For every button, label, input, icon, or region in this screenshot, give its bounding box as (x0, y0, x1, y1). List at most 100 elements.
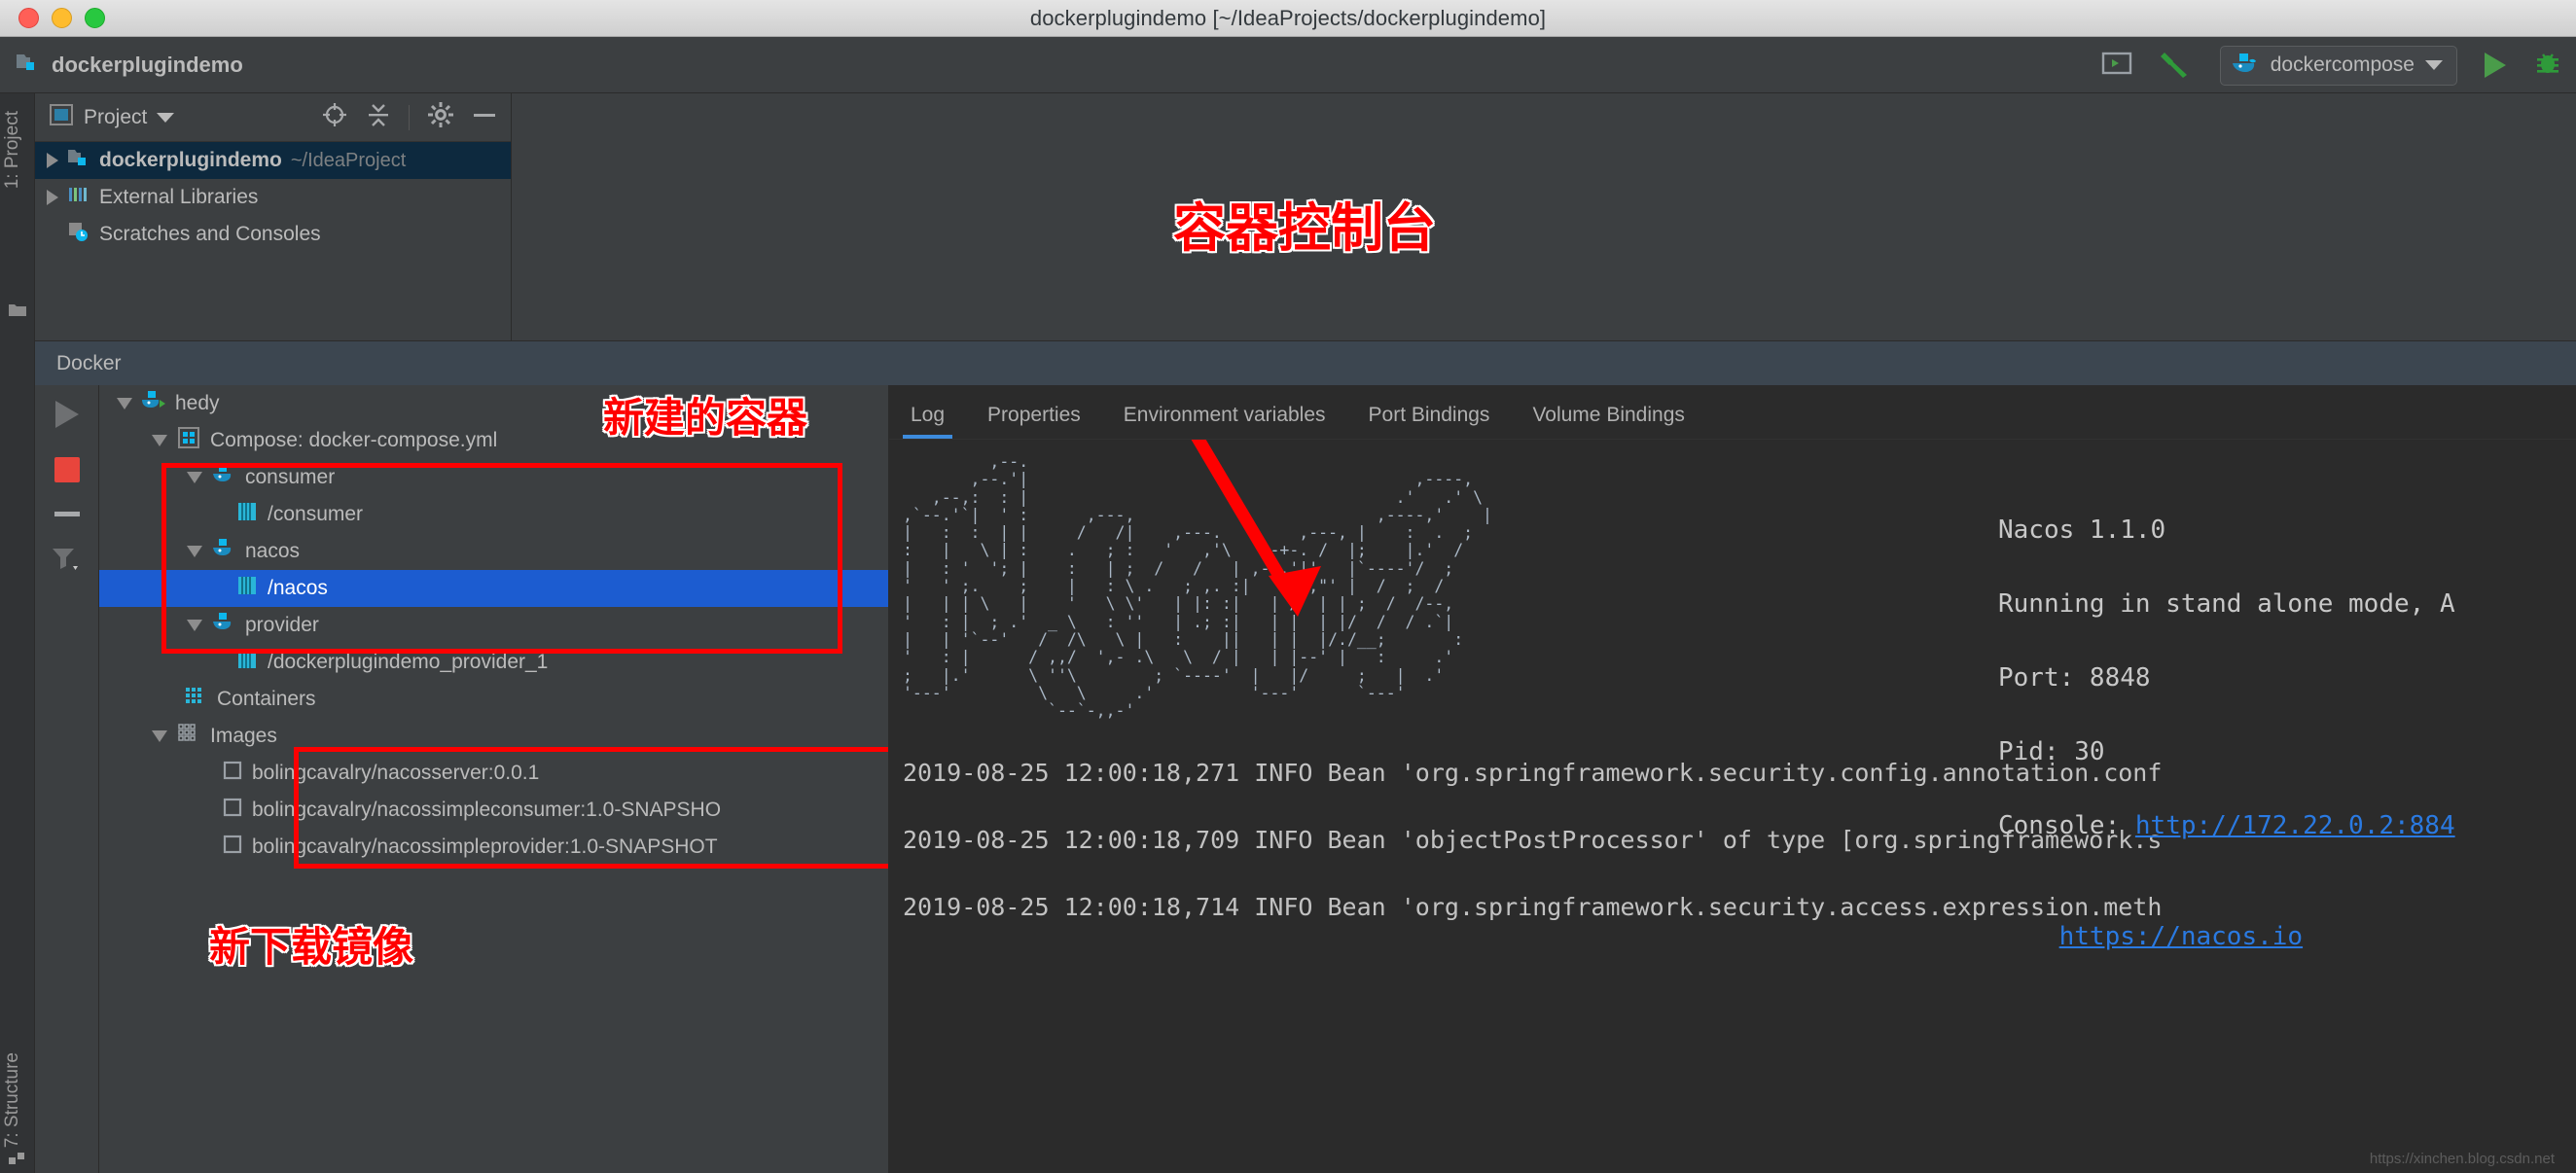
nacos-mode-line: Running in stand alone mode, A (1998, 589, 2455, 619)
project-panel-actions (321, 101, 497, 133)
collapse-arrow-icon[interactable] (152, 435, 167, 446)
sidebar-item-project[interactable]: 1: Project (2, 111, 23, 189)
docker-tree-row[interactable]: Images (99, 718, 888, 755)
debug-bug-icon[interactable] (2533, 49, 2562, 83)
docker-tree-label: /consumer (268, 503, 363, 526)
sidebar-item-structure[interactable]: 7: Structure (2, 1052, 23, 1148)
ide-toolbar: dockerplugindemo dock (0, 37, 2576, 93)
project-panel-header: Project (35, 93, 511, 142)
docker-whale-icon (2231, 52, 2260, 80)
docker-tree-row[interactable]: /dockerplugindemo_provider_1 (99, 644, 888, 681)
nacos-info-block: Nacos 1.1.0 Running in stand alone mode,… (1998, 475, 2455, 992)
docker-tree-label: bolingcavalry/nacosserver:0.0.1 (252, 762, 539, 785)
project-tree-row[interactable]: dockerplugindemo ~/IdeaProject (35, 142, 511, 179)
project-tree-path: ~/IdeaProject (291, 150, 406, 172)
toolbar-divider (409, 105, 410, 130)
annotation-new-containers: 新建的容器 (603, 385, 807, 444)
project-folder-icon (16, 51, 41, 79)
nacos-site-link[interactable]: https://nacos.io (2059, 922, 2303, 951)
collapse-arrow-icon[interactable] (117, 398, 132, 409)
collapse-arrow-icon[interactable] (187, 620, 202, 631)
run-configuration-selector[interactable]: dockercompose (2220, 46, 2457, 86)
run-icon[interactable] (2485, 53, 2506, 78)
tab-port-bindings[interactable]: Port Bindings (1347, 404, 1512, 439)
watermark: https://xinchen.blog.csdn.net (2370, 1151, 2555, 1167)
nacos-console-link[interactable]: http://172.22.0.2:884 (2135, 811, 2455, 840)
nacos-console-label: Console: (1998, 811, 2135, 840)
docker-connection-icon (141, 389, 166, 418)
docker-tool-window-body: hedy Compose: docker-compose.yml (35, 385, 2576, 1173)
docker-tree-label: provider (245, 614, 319, 637)
docker-tree-row[interactable]: bolingcavalry/nacosserver:0.0.1 (99, 755, 888, 792)
tab-properties[interactable]: Properties (966, 404, 1102, 439)
tab-log[interactable]: Log (889, 404, 966, 439)
project-panel-chevron-down-icon[interactable] (157, 113, 174, 123)
nacos-pid-line: Pid: 30 (1998, 737, 2105, 766)
images-group-icon (176, 722, 201, 751)
project-tree-row[interactable]: Scratches and Consoles (35, 216, 511, 253)
docker-tree-label: Images (210, 725, 277, 748)
terminal-icon[interactable] (2101, 50, 2132, 82)
project-panel-title: Project (84, 106, 147, 129)
image-icon (222, 797, 243, 824)
nacos-version-line: Nacos 1.1.0 (1998, 515, 2165, 545)
annotation-container-console: 容器控制台 (1173, 185, 1436, 262)
tab-volume-bindings[interactable]: Volume Bindings (1511, 404, 1705, 439)
container-log-pane: Log Properties Environment variables Por… (889, 385, 2576, 1173)
docker-tree-row[interactable]: bolingcavalry/nacossimpleprovider:1.0-SN… (99, 829, 888, 866)
log-pane-tabs: Log Properties Environment variables Por… (889, 385, 2576, 440)
docker-tree-row[interactable]: Containers (99, 681, 888, 718)
expand-arrow-icon[interactable] (47, 190, 58, 205)
project-folder-small-icon (9, 302, 26, 320)
docker-tree-label: bolingcavalry/nacossimpleconsumer:1.0-SN… (252, 799, 721, 822)
docker-tree-row-selected[interactable]: /nacos (99, 570, 888, 607)
docker-tool-window-title: Docker (56, 352, 122, 375)
expand-arrow-icon[interactable] (47, 153, 58, 168)
project-tool-window: Project (35, 93, 512, 348)
minus-icon[interactable] (54, 512, 80, 516)
filter-icon[interactable] (51, 546, 84, 575)
docker-tree-row[interactable]: bolingcavalry/nacossimpleconsumer:1.0-SN… (99, 792, 888, 829)
locate-target-icon[interactable] (321, 101, 348, 133)
container-icon (235, 648, 259, 677)
docker-tree-row[interactable]: consumer (99, 459, 888, 496)
docker-action-toolbar (35, 385, 99, 1173)
collapse-arrow-icon[interactable] (187, 472, 202, 483)
docker-tree-label: nacos (245, 540, 300, 563)
image-icon (222, 760, 243, 787)
annotation-new-images: 新下载镜像 (209, 914, 413, 974)
project-tree-label: Scratches and Consoles (99, 223, 321, 246)
docker-tree-label: /dockerplugindemo_provider_1 (268, 651, 548, 674)
project-view-icon (49, 102, 74, 132)
container-icon (235, 574, 259, 603)
build-hammer-icon[interactable] (2160, 49, 2193, 83)
collapse-arrow-icon[interactable] (152, 730, 167, 742)
image-icon (222, 834, 243, 861)
nacos-port-line: Port: 8848 (1998, 663, 2151, 693)
ascii-banner-wrap: ,--. ,--.'| ,----, ,--,: : | .' .' \ ,`-… (903, 453, 2576, 720)
left-tool-strip: 1: Project 7: Structure (0, 93, 35, 1173)
project-tree-label: External Libraries (99, 186, 258, 209)
run-icon[interactable] (55, 401, 79, 428)
docker-tree-row[interactable]: provider (99, 607, 888, 644)
docker-tree-label: bolingcavalry/nacossimpleprovider:1.0-SN… (252, 835, 718, 859)
containers-group-icon (183, 685, 208, 714)
module-folder-icon (67, 147, 90, 174)
docker-tree-label: consumer (245, 466, 335, 489)
docker-tree-label: Compose: docker-compose.yml (210, 429, 497, 452)
structure-icon (9, 1150, 26, 1167)
stop-icon[interactable] (54, 457, 80, 482)
container-icon (235, 500, 259, 529)
docker-tool-window-header: Docker (35, 340, 2576, 385)
project-chip[interactable]: dockerplugindemo (16, 51, 243, 79)
docker-tree-row[interactable]: /consumer (99, 496, 888, 533)
collapse-all-icon[interactable] (366, 101, 391, 133)
window-title: dockerplugindemo [~/IdeaProjects/dockerp… (0, 6, 2576, 31)
project-tree-row[interactable]: External Libraries (35, 179, 511, 216)
log-console[interactable]: ,--. ,--.'| ,----, ,--,: : | .' .' \ ,`-… (889, 440, 2576, 1173)
docker-tree-row[interactable]: nacos (99, 533, 888, 570)
collapse-arrow-icon[interactable] (187, 546, 202, 557)
tab-environment-variables[interactable]: Environment variables (1102, 404, 1347, 439)
gear-icon[interactable] (427, 101, 454, 133)
hide-panel-icon[interactable] (472, 102, 497, 132)
